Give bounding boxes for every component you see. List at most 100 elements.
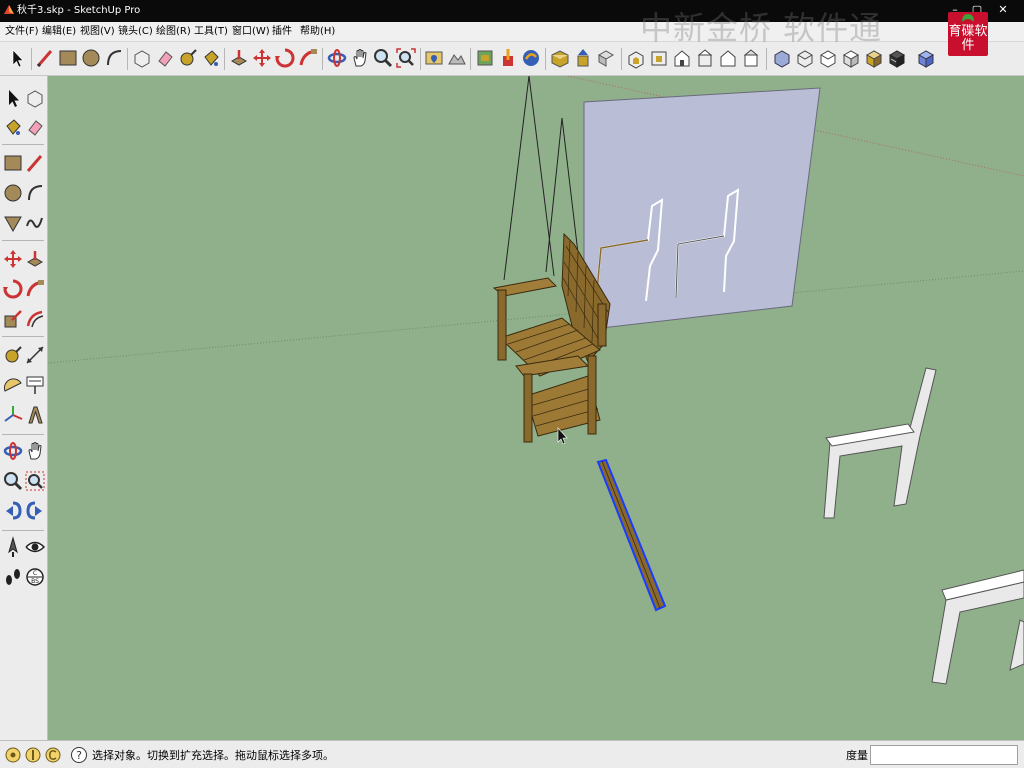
tape-measure-icon[interactable] (2, 344, 24, 366)
left-tool-palette: C BS (0, 76, 48, 740)
offset-icon[interactable] (24, 308, 46, 330)
menu-camera[interactable]: 镜头(C) (118, 25, 153, 39)
status-hint: 选择对象。切换到扩充选择。拖动鼠标选择多项。 (92, 749, 334, 762)
toggle-terrain-icon[interactable] (446, 47, 468, 69)
zoom-icon[interactable] (372, 47, 394, 69)
walk-icon[interactable] (2, 566, 24, 588)
palette-separator (2, 144, 44, 145)
menu-draw[interactable]: 绘图(R) (156, 25, 191, 39)
outliner-icon[interactable] (595, 47, 617, 69)
geo-location-icon[interactable] (4, 746, 22, 764)
make-component-icon[interactable] (24, 87, 46, 109)
move-icon[interactable] (2, 248, 24, 270)
menu-plugins[interactable]: 插件 (272, 25, 292, 39)
rectangle-icon[interactable] (57, 47, 79, 69)
components-icon[interactable] (549, 47, 571, 69)
photo-textures-icon[interactable] (474, 47, 496, 69)
toolbar-separator (621, 48, 622, 70)
polygon-icon[interactable] (2, 212, 24, 234)
chair-plane-sketch[interactable] (583, 87, 821, 331)
freehand-icon[interactable] (24, 212, 46, 234)
palette-separator (2, 530, 44, 531)
measurements-input[interactable] (870, 745, 1018, 765)
position-camera-icon[interactable] (2, 536, 24, 558)
copyright-icon[interactable] (44, 746, 62, 764)
back-view-icon[interactable] (717, 47, 739, 69)
eraser-icon[interactable] (24, 116, 46, 138)
right-view-icon[interactable] (694, 47, 716, 69)
monochrome-icon[interactable] (886, 47, 908, 69)
make-component-icon[interactable] (131, 47, 153, 69)
left-view-icon[interactable] (740, 47, 762, 69)
zoom-icon[interactable] (2, 470, 24, 492)
section-display-icon[interactable] (915, 47, 937, 69)
look-around-icon[interactable] (24, 536, 46, 558)
next-view-icon[interactable] (24, 500, 46, 522)
follow-me-icon[interactable] (24, 278, 46, 300)
rectangle-icon[interactable] (2, 152, 24, 174)
line-icon[interactable] (24, 152, 46, 174)
scene-canvas[interactable] (48, 76, 1024, 740)
menu-file[interactable]: 文件(F) (5, 25, 39, 39)
orbit-icon[interactable] (2, 440, 24, 462)
tape-measure-icon[interactable] (177, 47, 199, 69)
eraser-icon[interactable] (154, 47, 176, 69)
close-button[interactable]: ✕ (992, 2, 1014, 18)
zoom-window-icon[interactable] (24, 470, 46, 492)
menu-tools[interactable]: 工具(T) (194, 25, 228, 39)
top-view-icon[interactable] (648, 47, 670, 69)
rotate-icon[interactable] (2, 278, 24, 300)
circle-icon[interactable] (80, 47, 102, 69)
modeling-viewport[interactable] (48, 76, 1024, 740)
circle-icon[interactable] (2, 182, 24, 204)
xray-icon[interactable] (771, 47, 793, 69)
menu-edit[interactable]: 编辑(E) (42, 25, 76, 39)
move-icon[interactable] (251, 47, 273, 69)
front-view-icon[interactable] (671, 47, 693, 69)
svg-text:?: ? (76, 749, 82, 762)
menu-help[interactable]: 帮助(H) (300, 25, 335, 39)
3d-text-icon[interactable] (24, 404, 46, 426)
palette-separator (2, 434, 44, 435)
hidden-line-icon[interactable] (817, 47, 839, 69)
download-component-icon[interactable] (572, 47, 594, 69)
toolbar-separator (545, 48, 546, 70)
protractor-icon[interactable] (2, 374, 24, 396)
pencil-icon[interactable] (34, 47, 56, 69)
chair-frame-profile-2[interactable] (931, 569, 1024, 685)
menu-window[interactable]: 窗口(W) (232, 25, 270, 39)
section-plane-icon[interactable]: C BS (24, 566, 46, 588)
dimension-icon[interactable] (24, 344, 46, 366)
shaded-icon[interactable] (840, 47, 862, 69)
push-pull-icon[interactable] (228, 47, 250, 69)
pan-icon[interactable] (349, 47, 371, 69)
arc-icon[interactable] (103, 47, 125, 69)
axes-icon[interactable] (2, 404, 24, 426)
pan-icon[interactable] (24, 440, 46, 462)
select-icon[interactable] (6, 47, 28, 69)
iso-view-icon[interactable] (625, 47, 647, 69)
share-model-icon[interactable] (520, 47, 542, 69)
menu-view[interactable]: 视图(V) (80, 25, 115, 39)
wireframe-icon[interactable] (794, 47, 816, 69)
add-location-icon[interactable] (423, 47, 445, 69)
rotate-icon[interactable] (274, 47, 296, 69)
paint-bucket-icon[interactable] (2, 116, 24, 138)
arc-icon[interactable] (24, 182, 46, 204)
text-icon[interactable] (24, 374, 46, 396)
help-icon[interactable]: ? (70, 746, 88, 764)
credits-icon[interactable] (24, 746, 42, 764)
zoom-extents-icon[interactable] (395, 47, 417, 69)
shaded-textures-icon[interactable] (863, 47, 885, 69)
selected-plank[interactable] (596, 458, 667, 612)
orbit-icon[interactable] (326, 47, 348, 69)
toolbar-separator (322, 48, 323, 70)
paint-bucket-icon[interactable] (200, 47, 222, 69)
chair-frame-profile-1[interactable] (823, 367, 937, 519)
get-models-icon[interactable] (497, 47, 519, 69)
push-pull-icon[interactable] (24, 248, 46, 270)
scale-icon[interactable] (2, 308, 24, 330)
select-icon[interactable] (2, 87, 24, 109)
previous-view-icon[interactable] (2, 500, 24, 522)
follow-me-icon[interactable] (297, 47, 319, 69)
